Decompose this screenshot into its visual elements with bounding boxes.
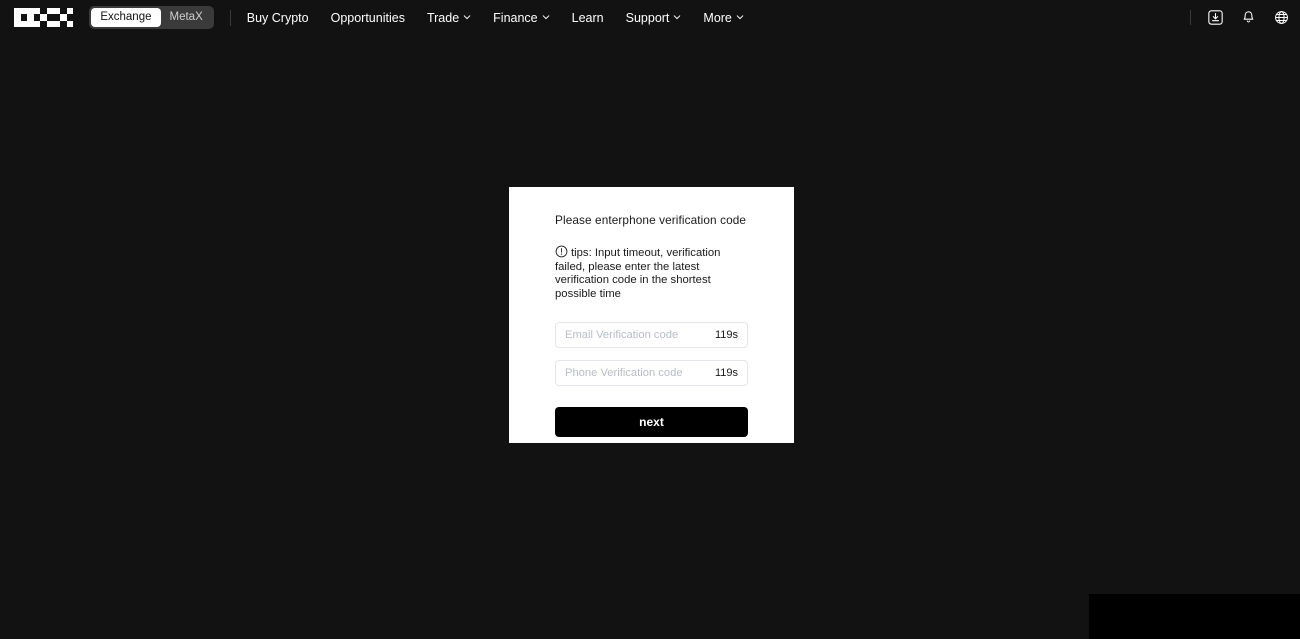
nav-label: More	[703, 11, 731, 25]
nav-item-finance[interactable]: Finance	[493, 11, 549, 25]
nav-item-learn[interactable]: Learn	[572, 11, 604, 25]
header-divider	[230, 10, 231, 26]
nav-item-opportunities[interactable]: Opportunities	[331, 11, 405, 25]
phone-verification-code-field[interactable]: 119s	[555, 360, 748, 386]
phone-code-timer[interactable]: 119s	[715, 367, 738, 379]
product-switcher[interactable]: Exchange MetaX	[89, 6, 213, 29]
chevron-down-icon	[463, 13, 471, 21]
nav-label: Learn	[572, 11, 604, 25]
segment-exchange[interactable]: Exchange	[91, 8, 160, 27]
download-icon[interactable]	[1207, 9, 1224, 26]
header-actions-divider	[1190, 10, 1191, 25]
verification-modal: Please enterphone verification code tips…	[509, 187, 794, 443]
nav-label: Finance	[493, 11, 537, 25]
email-verification-code-field[interactable]: 119s	[555, 322, 748, 348]
email-code-timer[interactable]: 119s	[715, 329, 738, 341]
warning-circle-icon	[555, 245, 568, 258]
next-button[interactable]: next	[555, 407, 748, 437]
phone-verification-code-input[interactable]	[565, 367, 709, 379]
modal-title: Please enterphone verification code	[555, 213, 748, 227]
nav-item-support[interactable]: Support	[626, 11, 682, 25]
email-verification-code-input[interactable]	[565, 329, 709, 341]
nav-label: Buy Crypto	[247, 11, 309, 25]
globe-icon[interactable]	[1273, 9, 1290, 26]
nav-item-buy-crypto[interactable]: Buy Crypto	[247, 11, 309, 25]
verification-fields: 119s 119s	[555, 322, 748, 386]
nav-label: Trade	[427, 11, 459, 25]
tips-message: tips: Input timeout, verification failed…	[555, 245, 748, 301]
bottom-right-overlay	[1089, 594, 1300, 639]
bell-icon[interactable]	[1240, 9, 1257, 26]
nav-label: Support	[626, 11, 670, 25]
tips-text: tips: Input timeout, verification failed…	[555, 247, 720, 300]
okx-logo[interactable]	[14, 8, 73, 27]
segment-metax[interactable]: MetaX	[161, 8, 212, 27]
main-nav: Buy Crypto Opportunities Trade Finance L…	[247, 11, 744, 25]
nav-item-trade[interactable]: Trade	[427, 11, 471, 25]
top-navigation-bar: Exchange MetaX Buy Crypto Opportunities …	[0, 0, 1300, 35]
chevron-down-icon	[673, 13, 681, 21]
header-actions	[1190, 0, 1290, 35]
chevron-down-icon	[542, 13, 550, 21]
nav-label: Opportunities	[331, 11, 405, 25]
nav-item-more[interactable]: More	[703, 11, 743, 25]
chevron-down-icon	[736, 13, 744, 21]
